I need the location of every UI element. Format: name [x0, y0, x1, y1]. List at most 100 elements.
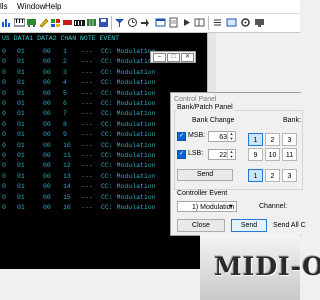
cell-c0: 0 — [2, 162, 6, 170]
cell-d1: 01 — [17, 141, 25, 149]
settings-icon[interactable] — [240, 17, 251, 28]
cell-ch: 9 — [63, 131, 67, 139]
cell-c0: 0 — [2, 141, 6, 149]
cell-note: --- — [81, 48, 93, 55]
cell-note: --- — [81, 100, 93, 107]
edit-icon[interactable] — [38, 17, 49, 28]
restore-icon[interactable]: □ — [167, 53, 180, 62]
monitor-icon[interactable] — [254, 17, 265, 28]
patch-button-3[interactable]: 3 — [282, 169, 297, 182]
keyboard-icon[interactable] — [13, 17, 26, 28]
close-button[interactable]: Close — [177, 219, 225, 232]
cell-d1: 01 — [17, 172, 25, 180]
play-icon[interactable] — [181, 17, 192, 28]
cell-d2: 00 — [43, 68, 51, 76]
record-icon[interactable] — [62, 17, 73, 28]
cell-event: CC: Modulation — [101, 162, 156, 170]
cell-note: --- — [81, 172, 93, 180]
cell-event: CC: Modulation — [101, 79, 156, 87]
cell-d1: 01 — [17, 110, 25, 118]
control-panel-window: Control Panel Bank/Patch Panel Bank Chan… — [170, 92, 306, 236]
layout-icon[interactable] — [194, 17, 205, 28]
monitor-header: US DATA1 DATA2 CHAN NOTE EVENT — [2, 33, 207, 45]
cell-ch: 12 — [63, 162, 71, 170]
send-all-label[interactable]: Send All C — [273, 222, 306, 229]
cell-c0: 0 — [2, 100, 6, 107]
cell-ch: 2 — [63, 58, 67, 66]
cell-ch: 13 — [63, 172, 71, 180]
bank-button-2[interactable]: 2 — [265, 133, 280, 146]
cell-d2: 00 — [43, 162, 51, 170]
piano-keys-icon[interactable] — [74, 17, 85, 28]
arrow-icon[interactable] — [139, 17, 150, 28]
bank-send-button[interactable]: Send — [177, 169, 233, 181]
bank-button-3[interactable]: 3 — [282, 133, 297, 146]
cell-c0: 0 — [2, 152, 6, 159]
bank-button-11[interactable]: 11 — [282, 148, 297, 161]
window-controls: – □ ✕ — [150, 51, 196, 63]
cell-d1: 01 — [17, 162, 25, 170]
cell-note: --- — [81, 58, 93, 66]
cell-ch: 4 — [63, 79, 67, 87]
cell-note: --- — [81, 204, 93, 211]
bank-patch-title: Bank/Patch Panel — [176, 104, 234, 111]
cell-d1: 01 — [17, 58, 25, 66]
menu-help[interactable]: Help — [45, 2, 61, 11]
bar-chart-icon[interactable] — [1, 17, 12, 28]
list-icon[interactable] — [212, 17, 223, 28]
cell-event: CC: Modulation — [101, 131, 156, 139]
cell-c0: 0 — [2, 58, 6, 66]
lsb-checkbox[interactable]: ✓ — [177, 150, 186, 159]
document-icon[interactable] — [168, 17, 179, 28]
cell-c0: 0 — [2, 120, 6, 128]
patch-button-2[interactable]: 2 — [265, 169, 280, 182]
send-button[interactable]: Send — [231, 219, 267, 232]
save-icon[interactable] — [98, 17, 109, 28]
midi-cable-icon[interactable] — [26, 17, 37, 28]
channel-label: Channel: — [259, 203, 288, 210]
cell-d2: 00 — [43, 100, 51, 107]
table-row: 0 01 00 4 --- CC: Modulation — [0, 78, 206, 88]
cell-d1: 01 — [17, 204, 25, 211]
close-icon[interactable]: ✕ — [181, 53, 194, 62]
cell-d2: 00 — [43, 48, 51, 55]
cell-note: --- — [81, 120, 93, 128]
cell-d1: 01 — [17, 152, 25, 159]
bank-button-10[interactable]: 10 — [265, 148, 280, 161]
bank-button-9[interactable]: 9 — [248, 148, 263, 161]
spinner-arrows-icon[interactable]: ▲ ▼ — [227, 131, 235, 141]
cell-c0: 0 — [2, 183, 6, 191]
controller-event-select[interactable]: 1) Modulation ▼ — [177, 201, 237, 212]
cell-note: --- — [81, 141, 93, 149]
cell-ch: 5 — [63, 89, 67, 97]
cell-ch: 8 — [63, 120, 67, 128]
cell-d2: 00 — [43, 131, 51, 139]
cell-d2: 00 — [43, 183, 51, 191]
cell-ch: 11 — [63, 152, 71, 159]
cell-event: CC: Modulation — [101, 204, 156, 211]
funnel-icon[interactable] — [114, 17, 125, 28]
cell-note: --- — [81, 110, 93, 118]
chevron-down-icon: ▼ — [228, 204, 234, 210]
clock-icon[interactable] — [127, 17, 138, 28]
bank-button-1[interactable]: 1 — [248, 133, 263, 146]
lsb-spinner[interactable]: 22 ▲ ▼ — [208, 149, 236, 160]
minimize-icon[interactable]: – — [153, 53, 166, 62]
menu-window[interactable]: Window — [17, 2, 45, 11]
grid-icon[interactable] — [86, 17, 97, 28]
bank-label: Bank: — [283, 117, 301, 124]
window-icon[interactable] — [155, 17, 166, 28]
table-row: 0 01 00 3 --- CC: Modulation — [0, 68, 206, 78]
msb-spinner[interactable]: 63 ▲ ▼ — [208, 131, 236, 142]
cell-ch: 3 — [63, 68, 67, 76]
color-icon[interactable] — [50, 17, 61, 28]
cell-event: CC: Modulation — [101, 110, 156, 118]
msb-checkbox[interactable]: ✓ — [177, 132, 186, 141]
menu-tools[interactable]: lls — [0, 2, 8, 11]
patch-button-1[interactable]: 1 — [248, 169, 263, 182]
cell-event: CC: Modulation — [101, 141, 156, 149]
midi-ox-logo: MIDI-O — [214, 252, 320, 281]
panel-icon[interactable] — [226, 17, 237, 28]
spinner-arrows-icon[interactable]: ▲ ▼ — [227, 149, 235, 159]
cell-d2: 00 — [43, 172, 51, 180]
